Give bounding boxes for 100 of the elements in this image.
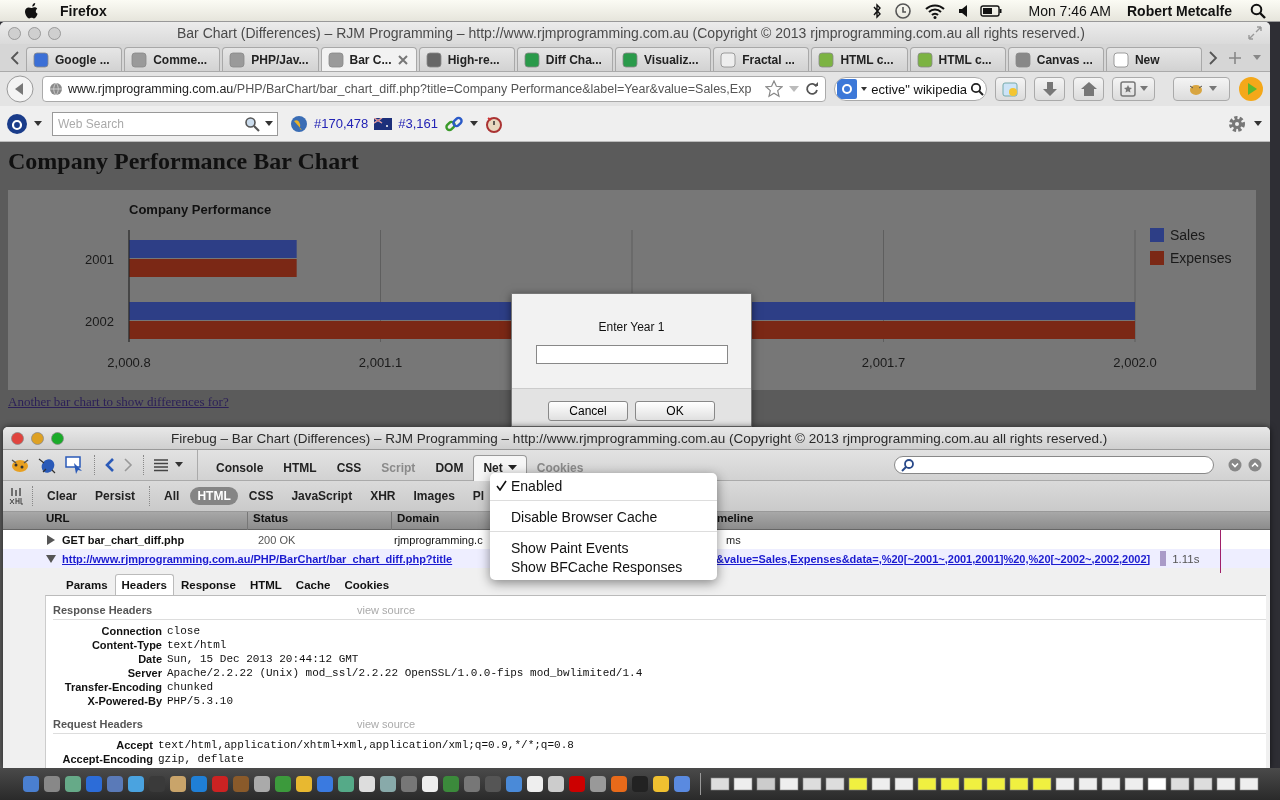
window-thumbnail-icon[interactable]	[1101, 777, 1121, 791]
window-thumbnail-icon[interactable]	[1239, 777, 1259, 791]
detail-tab[interactable]: Cache	[288, 574, 338, 595]
window-thumbnail-icon[interactable]	[1055, 777, 1075, 791]
app-icon[interactable]	[652, 775, 670, 793]
request-name[interactable]: GET bar_chart_diff.php	[62, 533, 258, 546]
menu-item[interactable]: Show BFCache Responses	[490, 557, 717, 576]
search-icon[interactable]	[244, 115, 260, 132]
window-thumbnail-icon[interactable]	[917, 777, 937, 791]
browser-tab[interactable]: PHP/Jav...	[222, 47, 319, 71]
app-icon[interactable]	[379, 775, 397, 793]
browser-tab[interactable]: Canvas ...	[1007, 47, 1104, 71]
rank-text[interactable]: #170,478	[314, 116, 369, 131]
app-icon[interactable]	[127, 775, 145, 793]
app-icon[interactable]	[64, 775, 82, 793]
circle-logo-icon[interactable]	[6, 112, 28, 135]
window-thumbnail-icon[interactable]	[1009, 777, 1029, 791]
clock-text[interactable]: Mon 7:46 AM	[1028, 2, 1111, 19]
window-thumbnail-icon[interactable]	[1124, 777, 1144, 791]
address-field[interactable]: www.rjmprogramming.com.au/PHP/BarChart/bar_chart_diff.php?title=Company Performance&label=Year&value=Sales,Exp	[42, 76, 827, 102]
persist-button[interactable]: Persist	[88, 487, 143, 505]
close-button[interactable]	[11, 431, 24, 445]
browser-tab[interactable]: New	[1105, 47, 1203, 71]
detail-tab[interactable]: Response	[173, 574, 243, 595]
app-icon[interactable]	[526, 775, 544, 793]
browser-tab[interactable]: High-re...	[418, 47, 515, 71]
app-icon[interactable]	[295, 775, 313, 793]
browser-tab[interactable]: HTML c...	[811, 47, 908, 71]
detail-tab[interactable]: HTML	[242, 574, 289, 595]
column-header[interactable]: Status	[247, 511, 391, 530]
back-icon[interactable]	[6, 75, 34, 103]
window-thumbnail-icon[interactable]	[940, 777, 960, 791]
user-name[interactable]: Robert Metcalfe	[1126, 2, 1232, 19]
app-icon[interactable]	[169, 775, 187, 793]
app-icon[interactable]	[589, 775, 607, 793]
web-search-field[interactable]: Web Search	[52, 111, 278, 136]
filter-button[interactable]: Pl	[465, 487, 492, 505]
detail-tab[interactable]: Params	[59, 574, 115, 595]
browser-tab[interactable]: Diff Cha...	[516, 47, 614, 71]
chevron-right-icon[interactable]	[1208, 50, 1219, 65]
search-icon[interactable]	[970, 82, 985, 96]
browser-tab[interactable]: Comme...	[124, 47, 221, 71]
panel-tab[interactable]: CSS	[326, 454, 372, 481]
star-icon[interactable]	[765, 80, 784, 98]
browser-tab[interactable]: Fractal ...	[713, 47, 810, 71]
window-thumbnail-icon[interactable]	[1032, 777, 1052, 791]
menu-item[interactable]: Show Paint Events	[490, 538, 717, 557]
expand-triangle-icon[interactable]	[46, 534, 56, 545]
detail-tab[interactable]: Cookies	[337, 574, 397, 595]
caret-icon[interactable]	[175, 462, 183, 468]
panel-tab[interactable]: HTML	[273, 454, 327, 481]
panel-tab[interactable]: Console	[206, 454, 274, 481]
flag-icon[interactable]	[374, 117, 393, 130]
caret-icon[interactable]	[860, 85, 869, 93]
caret-icon[interactable]	[470, 120, 478, 127]
text-input[interactable]	[535, 345, 728, 364]
filter-button[interactable]: CSS	[241, 487, 281, 505]
window-thumbnail-icon[interactable]	[710, 777, 730, 791]
window-thumbnail-icon[interactable]	[756, 777, 776, 791]
menu-item[interactable]: Disable Browser Cache	[490, 507, 717, 526]
xhr-breakpoint-icon[interactable]	[9, 487, 25, 505]
app-icon[interactable]	[421, 775, 439, 793]
bluetooth-icon[interactable]	[872, 2, 883, 19]
chevron-left-icon[interactable]	[10, 50, 20, 65]
detach-icon[interactable]	[1248, 458, 1262, 472]
close-icon[interactable]	[397, 54, 408, 65]
app-icon[interactable]	[358, 775, 376, 793]
download-button[interactable]	[1033, 77, 1066, 101]
panel-tab[interactable]: DOM	[425, 454, 474, 481]
window-thumbnail-icon[interactable]	[1147, 777, 1167, 791]
collapse-triangle-icon[interactable]	[46, 553, 56, 564]
window-thumbnail-icon[interactable]	[986, 777, 1006, 791]
window-thumbnail-icon[interactable]	[1078, 777, 1098, 791]
column-header[interactable]: URL	[41, 511, 247, 530]
battery-icon[interactable]	[980, 4, 1003, 17]
window-thumbnail-icon[interactable]	[779, 777, 799, 791]
filter-button[interactable]: HTML	[190, 487, 238, 505]
browser-tab[interactable]: Visualiz...	[615, 47, 712, 71]
browser-tab[interactable]: Google ...	[26, 47, 123, 71]
speaker-icon[interactable]	[958, 3, 969, 18]
clear-button[interactable]: Clear	[40, 487, 85, 505]
request-url-link[interactable]: &value=Sales,Expenses&data=,%20[~2001~,2001,2001]%20,%20[~2002~,2002,2002]	[716, 552, 1151, 565]
cancel-button[interactable]: Cancel	[548, 401, 628, 421]
window-thumbnail-icon[interactable]	[894, 777, 914, 791]
globe-icon[interactable]	[290, 114, 308, 133]
search-icon[interactable]	[1250, 2, 1266, 19]
zoom-button[interactable]	[51, 431, 64, 445]
window-thumbnail-icon[interactable]	[802, 777, 822, 791]
search-field[interactable]: ective" wikipedia	[834, 77, 987, 101]
browser-tab[interactable]: Bar C...	[320, 47, 417, 71]
window-thumbnail-icon[interactable]	[848, 777, 868, 791]
filter-button[interactable]: Images	[406, 487, 462, 505]
rank-text[interactable]: #3,161	[398, 116, 438, 131]
window-thumbnail-icon[interactable]	[963, 777, 983, 791]
reload-icon[interactable]	[805, 82, 820, 96]
window-thumbnail-icon[interactable]	[1216, 777, 1236, 791]
inspect-icon[interactable]	[65, 455, 85, 475]
apple-logo-icon[interactable]	[24, 1, 40, 20]
search-field[interactable]	[894, 456, 1214, 474]
window-thumbnail-icon[interactable]	[733, 777, 753, 791]
